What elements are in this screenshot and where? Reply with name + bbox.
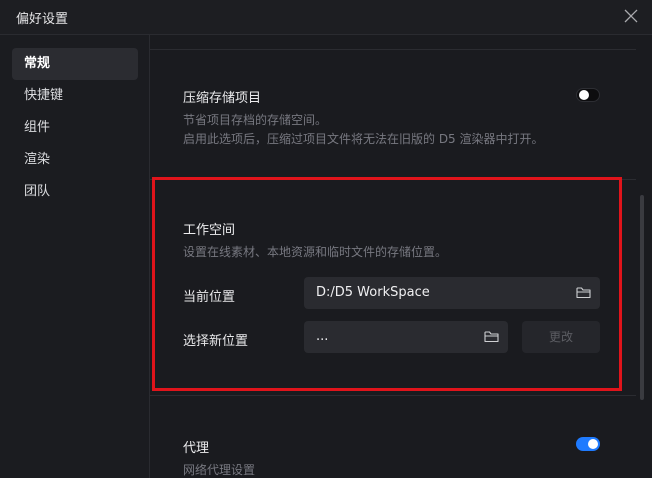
sidebar: 常规 快捷键 组件 渲染 团队 xyxy=(0,35,150,478)
scrollbar[interactable] xyxy=(640,195,644,400)
sidebar-item-label: 团队 xyxy=(24,184,51,199)
divider xyxy=(150,49,636,50)
sidebar-item-components[interactable]: 组件 xyxy=(12,112,138,144)
compress-desc-1: 节省项目存档的存储空间。 xyxy=(183,113,328,127)
compress-title: 压缩存储项目 xyxy=(183,91,262,106)
window-title: 偏好设置 xyxy=(16,12,69,27)
change-button[interactable]: 更改 xyxy=(522,321,600,353)
compress-toggle[interactable] xyxy=(576,88,600,102)
divider xyxy=(150,179,636,180)
new-location-field[interactable]: ... xyxy=(304,321,508,353)
new-location-value: ... xyxy=(316,329,329,344)
current-location-field[interactable]: D:/D5 WorkSpace xyxy=(304,277,600,309)
workspace-desc: 设置在线素材、本地资源和临时文件的存储位置。 xyxy=(183,245,448,259)
sidebar-item-general[interactable]: 常规 xyxy=(12,48,138,80)
current-location-value: D:/D5 WorkSpace xyxy=(316,285,430,300)
proxy-desc: 网络代理设置 xyxy=(183,463,256,477)
proxy-toggle[interactable] xyxy=(576,437,600,451)
compress-desc-2: 启用此选项后，压缩过项目文件将无法在旧版的 D5 渲染器中打开。 xyxy=(183,132,544,146)
toggle-knob xyxy=(579,90,589,100)
toggle-knob xyxy=(588,439,598,449)
close-icon[interactable] xyxy=(624,9,638,23)
sidebar-item-label: 常规 xyxy=(24,56,51,71)
folder-icon[interactable] xyxy=(576,286,591,299)
sidebar-item-render[interactable]: 渲染 xyxy=(12,144,138,176)
sidebar-item-label: 快捷键 xyxy=(24,88,64,103)
sidebar-item-team[interactable]: 团队 xyxy=(12,176,138,208)
divider xyxy=(150,395,636,396)
proxy-title: 代理 xyxy=(183,441,210,456)
sidebar-item-label: 渲染 xyxy=(24,152,51,167)
current-location-label: 当前位置 xyxy=(183,290,236,305)
title-bar: 偏好设置 xyxy=(0,0,652,35)
new-location-label: 选择新位置 xyxy=(183,334,249,349)
workspace-title: 工作空间 xyxy=(183,223,236,238)
sidebar-item-shortcuts[interactable]: 快捷键 xyxy=(12,80,138,112)
folder-icon[interactable] xyxy=(484,330,499,343)
settings-content: 压缩存储项目 节省项目存档的存储空间。 启用此选项后，压缩过项目文件将无法在旧版… xyxy=(150,35,652,478)
sidebar-item-label: 组件 xyxy=(24,120,51,135)
